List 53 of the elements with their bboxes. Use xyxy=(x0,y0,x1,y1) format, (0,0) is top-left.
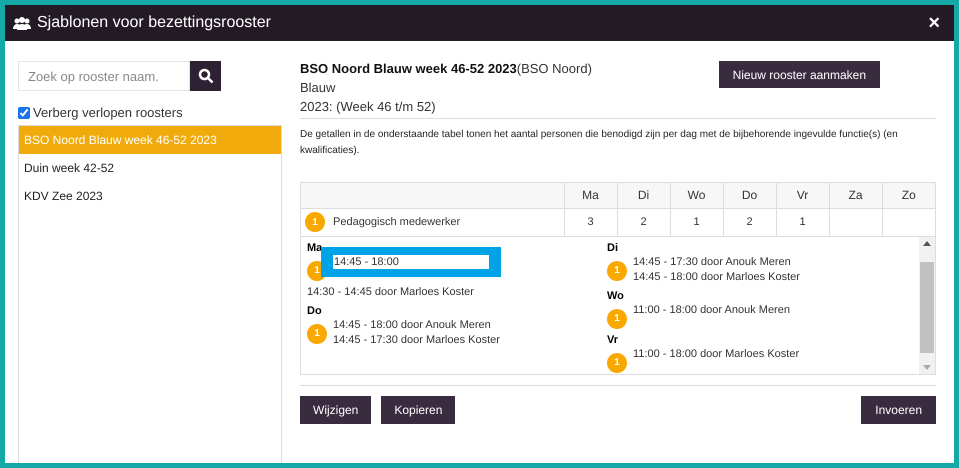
action-button[interactable]: Kopieren xyxy=(381,396,456,424)
count-badge: 1 xyxy=(307,324,327,344)
period-label: 2023: (Week 46 t/m 52) xyxy=(300,98,437,116)
count-badge: 1 xyxy=(305,212,325,232)
column-header: Ma xyxy=(564,183,617,208)
count-badge: 1 xyxy=(607,308,627,328)
search-button[interactable] xyxy=(190,61,221,91)
rooster-item[interactable]: KDV Zee 2023 xyxy=(19,182,281,210)
hide-expired-checkbox[interactable] xyxy=(18,106,30,119)
location-label: (BSO Noord) xyxy=(516,61,592,76)
shift-line: 14:30 - 14:45 door Marloes Koster xyxy=(307,285,474,300)
rooster-item[interactable]: Duin week 42-52 xyxy=(19,154,281,182)
day-label: Vr xyxy=(607,333,620,347)
column-header: Do xyxy=(723,183,776,208)
day-label: Ma xyxy=(307,241,324,255)
shift-line: 11:00 - 18:00 door Marloes Koster xyxy=(633,347,800,362)
count-badge: 1 xyxy=(607,352,627,372)
day-label: Di xyxy=(607,241,619,255)
day-label: Wo xyxy=(607,289,625,303)
action-button[interactable]: Invoeren xyxy=(861,396,936,424)
rooster-name: BSO Noord Blauw week 46-52 2023 xyxy=(300,61,517,76)
scrollbar[interactable] xyxy=(919,237,935,374)
count-badge: 1 xyxy=(607,260,627,280)
column-header: Di xyxy=(617,183,670,208)
shift-line: 14:45 - 17:30 door Anouk Meren xyxy=(633,255,792,270)
table-cell: 3 xyxy=(564,208,617,236)
shift-line: 14:45 - 18:00 door Anouk Meren xyxy=(333,318,492,333)
action-button[interactable]: Wijzigen xyxy=(300,396,372,424)
close-button[interactable]: × xyxy=(922,8,946,38)
users-icon xyxy=(13,16,31,30)
table-cell: 1 xyxy=(670,208,723,236)
shift-line: 11:00 - 18:00 door Anouk Meren xyxy=(633,303,790,318)
column-header: Vr xyxy=(776,183,829,208)
search-field[interactable]: Zoek op rooster naam. xyxy=(18,61,190,91)
table-cell: 2 xyxy=(617,208,670,236)
shift-line: 14:45 - 17:30 door Marloes Koster xyxy=(333,333,500,348)
table-cell: 1 xyxy=(776,208,829,236)
search-icon xyxy=(198,68,214,84)
description-text: De getallen in de onderstaande tabel tonen het aantal personen die benodigd zijn per dag met de bijbehorende ingevulde functie(s) (en kwalificaties). xyxy=(300,128,899,158)
window-title: Sjablonen voor bezettingsrooster xyxy=(37,13,271,33)
shift-line: 14:45 - 18:00 door Marloes Koster xyxy=(633,270,800,285)
table-cell: 2 xyxy=(723,208,776,236)
time-edit-overlay[interactable]: 14:45 - 18:00 xyxy=(321,247,501,277)
new-rooster-button[interactable]: Nieuw rooster aanmaken xyxy=(718,61,880,88)
day-label: Do xyxy=(307,304,323,318)
column-header: Zo xyxy=(882,183,935,208)
checkbox-label: Verberg verlopen roosters xyxy=(33,104,183,122)
scroll-up-icon[interactable] xyxy=(923,241,931,246)
group-label: Blauw xyxy=(300,79,336,97)
column-header: Wo xyxy=(670,183,723,208)
column-header: Za xyxy=(829,183,882,208)
function-label: Pedagogisch medewerker xyxy=(333,215,460,230)
time-input[interactable]: 14:45 - 18:00 xyxy=(333,255,489,269)
